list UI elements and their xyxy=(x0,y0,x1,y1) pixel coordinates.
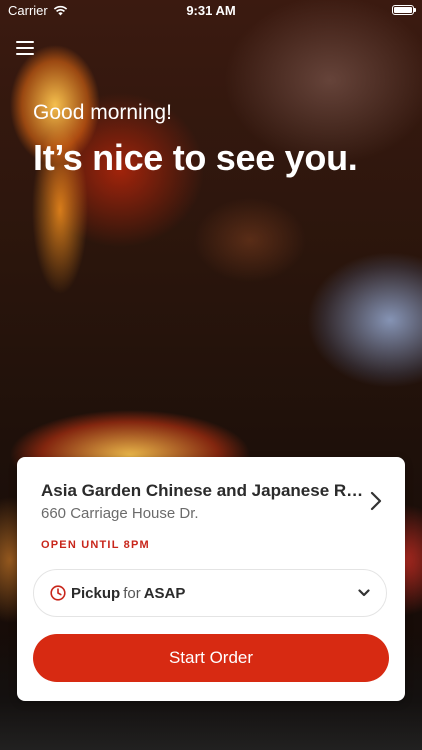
order-connector: for xyxy=(123,584,141,602)
chevron-right-icon[interactable] xyxy=(369,491,383,511)
welcome-headline: It’s nice to see you. xyxy=(33,137,358,178)
chevron-down-icon xyxy=(358,589,370,597)
clock-time: 9:31 AM xyxy=(186,3,236,18)
order-type-label: Pickup for ASAP xyxy=(71,585,185,602)
restaurant-card: Asia Garden Chinese and Japanese Restaur… xyxy=(17,457,405,701)
restaurant-name[interactable]: Asia Garden Chinese and Japanese Restaur… xyxy=(41,481,371,501)
order-type-selector[interactable]: Pickup for ASAP xyxy=(33,569,387,617)
order-mode: Pickup xyxy=(71,584,121,602)
restaurant-address: 660 Carriage House Dr. xyxy=(41,505,199,522)
status-bar: Carrier 9:31 AM xyxy=(0,0,422,22)
start-order-button[interactable]: Start Order xyxy=(33,634,389,682)
clock-icon xyxy=(50,585,66,601)
greeting-text: Good morning! xyxy=(33,101,172,124)
battery-icon xyxy=(392,5,416,15)
hamburger-menu-icon[interactable] xyxy=(16,41,34,55)
order-time: ASAP xyxy=(143,584,186,602)
open-hours-status: OPEN UNTIL 8PM xyxy=(41,539,150,551)
